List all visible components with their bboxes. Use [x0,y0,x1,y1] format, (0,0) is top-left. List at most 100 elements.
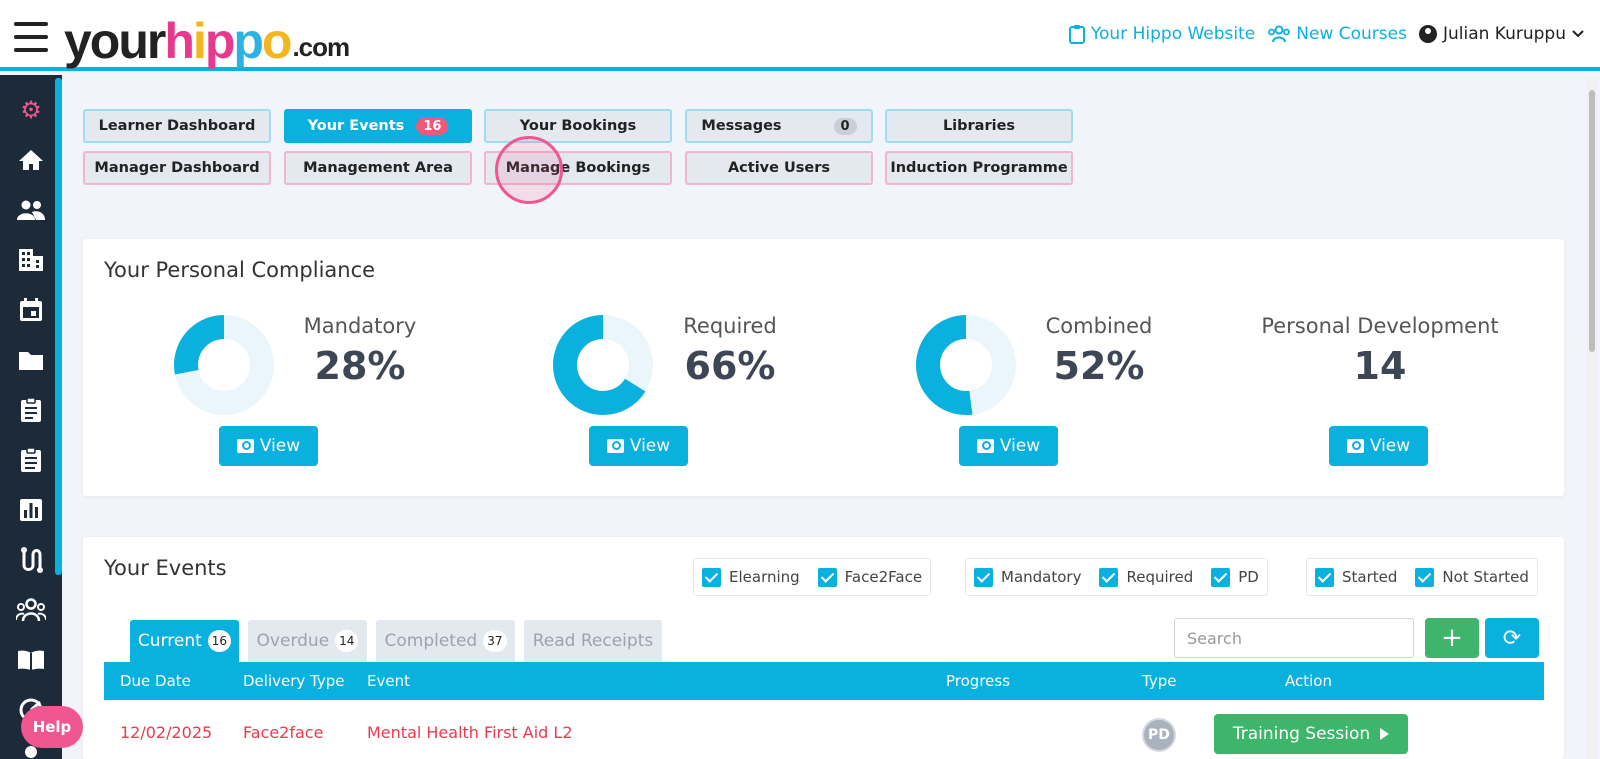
tab-completed[interactable]: Completed 37 [376,620,515,662]
tab-overdue[interactable]: Overdue 14 [248,620,367,662]
tab-completed-label: Completed [384,631,478,651]
active-users-button[interactable]: Active Users [685,151,873,185]
view-label: View [259,436,301,456]
users-icon[interactable] [14,193,48,227]
your-bookings-label: Your Bookings [519,118,637,134]
top-header: your hippo .com Your Hippo Website New C… [0,0,1600,71]
help-button[interactable]: Help [21,706,83,748]
building-icon[interactable] [14,243,48,277]
clipboard-icon[interactable] [14,393,48,427]
your-events-label: Your Events [307,118,405,134]
route-icon[interactable] [14,543,48,577]
calendar-icon[interactable] [14,293,48,327]
your-events-button[interactable]: Your Events 16 [284,109,472,143]
hamburger-menu-icon[interactable] [14,22,48,52]
personal-development-view-button[interactable]: View [1329,426,1428,466]
logo-your: your [64,13,166,69]
home-icon[interactable] [14,143,48,177]
your-hippo-website-label: Your Hippo Website [1090,24,1256,44]
table-row: 12/02/2025 Face2face Mental Health First… [104,700,1544,759]
column-delivery-type[interactable]: Delivery Type [243,672,344,690]
book-icon[interactable] [14,643,48,677]
add-event-button[interactable]: + [1425,618,1479,658]
refresh-button[interactable]: ⟳ [1485,618,1539,658]
messages-label: Messages [701,118,782,134]
required-label: Required [683,314,777,338]
not-started-label: Not Started [1442,568,1529,586]
your-hippo-website-link[interactable]: Your Hippo Website [1068,24,1255,44]
induction-programme-label: Induction Programme [890,160,1068,176]
active-users-label: Active Users [727,160,831,176]
personal-development-value: 14 [1353,344,1407,388]
mandatory-view-button[interactable]: View [219,426,318,466]
mandatory-checkbox[interactable]: Mandatory [974,567,1082,587]
training-session-button[interactable]: Training Session [1214,714,1408,754]
tab-current[interactable]: Current 16 [130,620,239,662]
tab-overdue-label: Overdue [256,631,330,651]
pd-checkbox[interactable]: PD [1211,567,1259,587]
users-group-icon [1268,25,1291,43]
column-action[interactable]: Action [1285,672,1332,690]
new-courses-link[interactable]: New Courses [1267,24,1407,44]
elearning-checkbox[interactable]: Elearning [702,567,800,587]
logo-hippo: hippo [164,13,292,69]
logo-dotcom: .com [292,32,350,62]
clipboard-list-icon[interactable] [14,443,48,477]
manager-dashboard-label: Manager Dashboard [94,160,260,176]
learner-dashboard-button[interactable]: Learner Dashboard [83,109,271,143]
search-input[interactable] [1174,618,1414,658]
mandatory-value: 28% [314,344,406,388]
chevron-down-icon [1572,30,1584,38]
your-events-title: Your Events [104,556,227,580]
gear-icon[interactable]: ⚙ [14,93,48,127]
manager-dashboard-button[interactable]: Manager Dashboard [83,151,271,185]
chart-icon[interactable] [14,493,48,527]
not-started-checkbox[interactable]: Not Started [1415,567,1529,587]
user-menu[interactable]: Julian Kuruppu [1418,24,1584,44]
required-checkbox[interactable]: Required [1099,567,1193,587]
search-icon [236,439,254,453]
face2face-label: Face2Face [844,568,923,586]
mandatory-label: Mandatory [303,314,417,338]
page-scrollbar[interactable] [1587,78,1597,759]
column-progress[interactable]: Progress [946,672,1010,690]
sidebar-accent-bar [55,78,62,575]
checkbox-checked-icon [974,567,993,587]
column-type[interactable]: Type [1142,672,1176,690]
mandatory-filter-label: Mandatory [1001,568,1082,586]
row-event-name[interactable]: Mental Health First Aid L2 [367,723,573,742]
logo-letter: i [192,13,207,69]
checkbox-checked-icon [702,567,721,587]
clipboard-icon [1068,25,1085,44]
your-bookings-button[interactable]: Your Bookings [484,109,672,143]
checkbox-checked-icon [1211,567,1231,587]
tab-current-label: Current [137,631,202,651]
scrollbar-thumb[interactable] [1589,90,1595,352]
yourhippo-logo[interactable]: your hippo .com [64,6,350,69]
search-icon [976,439,994,453]
click-indicator [495,136,563,204]
started-checkbox[interactable]: Started [1315,567,1397,587]
tab-read-receipts[interactable]: Read Receipts [524,620,662,662]
type-badge: PD [1142,718,1176,752]
delivery-filter-group: Elearning Face2Face [693,558,932,596]
libraries-button[interactable]: Libraries [885,109,1073,143]
combined-label: Combined [1045,314,1153,338]
combined-view-button[interactable]: View [959,426,1058,466]
column-due-date[interactable]: Due Date [120,672,191,690]
face2face-checkbox[interactable]: Face2Face [817,567,923,587]
folder-icon[interactable] [14,343,48,377]
status-filter-group: Started Not Started [1306,558,1538,596]
messages-button[interactable]: Messages 0 [685,109,873,143]
play-icon [1380,728,1390,740]
management-area-button[interactable]: Management Area [284,151,472,185]
refresh-icon: ⟳ [1502,625,1522,651]
tab-overdue-count: 14 [335,630,359,652]
view-label: View [1369,436,1411,456]
personal-development-label: Personal Development [1261,314,1499,338]
logo-letter: p [204,13,236,69]
required-view-button[interactable]: View [589,426,688,466]
column-event[interactable]: Event [367,672,410,690]
induction-programme-button[interactable]: Induction Programme [885,151,1073,185]
group-icon[interactable] [14,593,48,627]
